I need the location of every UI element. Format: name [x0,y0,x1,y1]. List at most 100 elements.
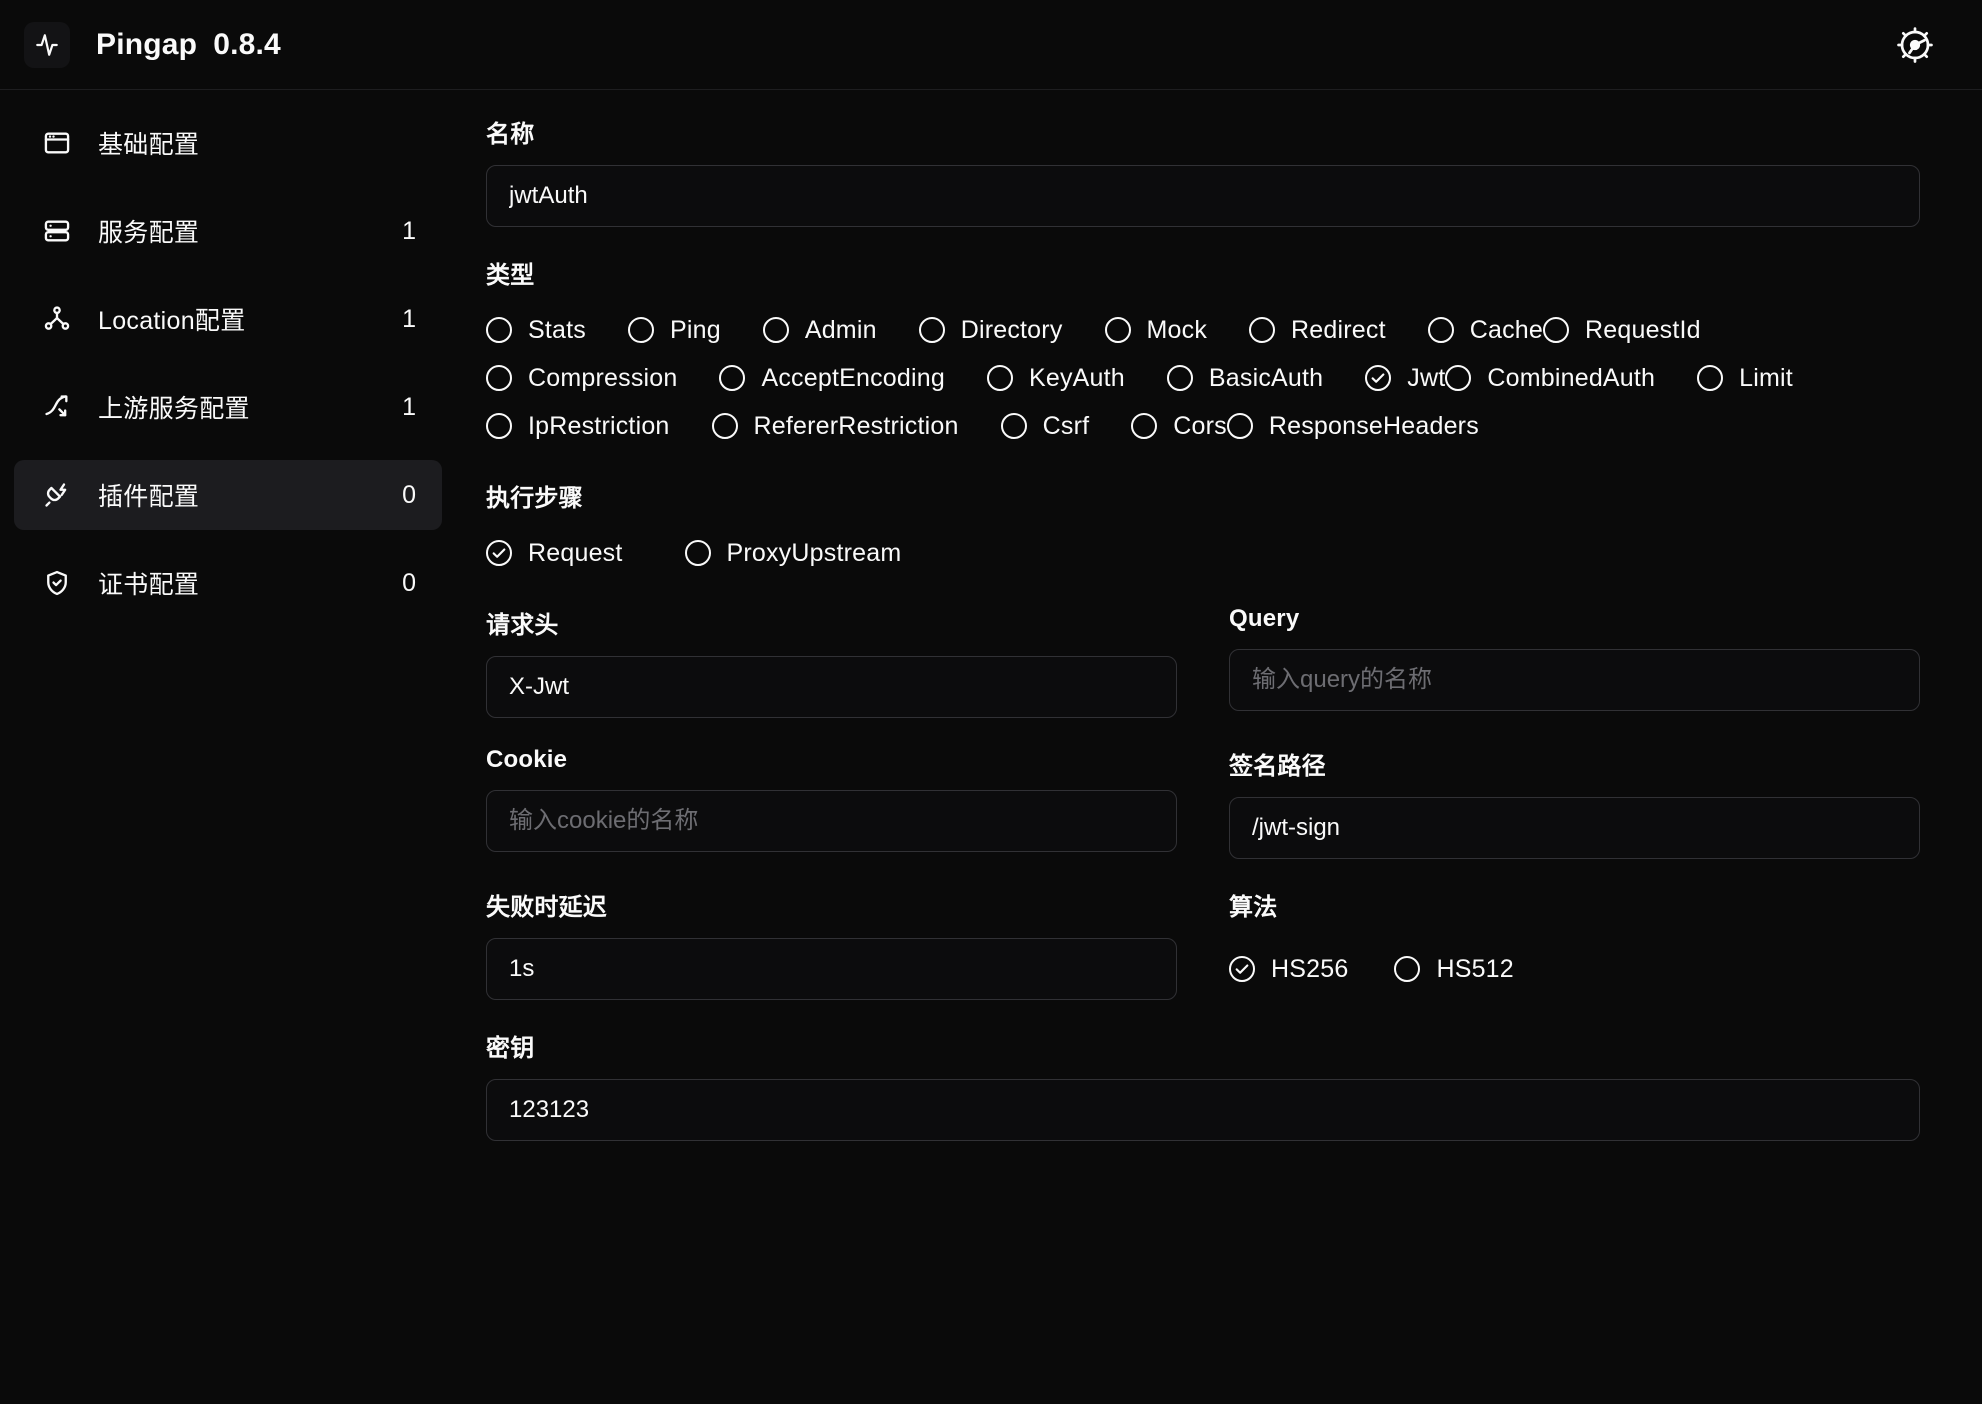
step-option-label: ProxyUpstream [726,538,902,567]
sidebar: 基础配置 服务配置 1 Location配置 1 上游服务配置 1 插件配置 0… [0,90,456,1404]
cookie-label: Cookie [486,746,568,773]
body-row: 基础配置 服务配置 1 Location配置 1 上游服务配置 1 插件配置 0… [0,90,1982,1404]
brand-version: 0.8.4 [213,27,281,61]
algorithm-field-group: 算法 HS256 HS512 [1229,887,1920,1000]
type-option-admin[interactable]: Admin [762,306,877,354]
sidebar-item-label: 插件配置 [98,483,200,511]
type-option-label: Csrf [1042,411,1090,440]
secret-label: 密钥 [486,1035,535,1062]
app-root: Pingap 0.8.4 基础配置 服务配置 1 Location配置 1 上游… [0,0,1982,1404]
sidebar-item-location-config[interactable]: Location配置 1 [14,284,442,354]
type-option-mock[interactable]: Mock [1104,306,1208,354]
brand-name: Pingap [96,27,198,61]
type-option-label: Jwt [1407,363,1446,392]
sidebar-item-label: 证书配置 [98,571,200,599]
step-option-proxyupstream[interactable]: ProxyUpstream [684,529,902,577]
type-label: 类型 [486,262,535,289]
type-option-jwt[interactable]: Jwt [1365,354,1445,402]
radio-circle-icon [1166,365,1193,391]
sidebar-item-certificate-config[interactable]: 证书配置 0 [14,548,442,618]
type-option-acceptencoding[interactable]: AcceptEncoding [719,354,945,402]
type-option-basicauth[interactable]: BasicAuth [1166,354,1324,402]
type-option-label: Admin [804,315,877,344]
step-option-request[interactable]: Request [486,529,623,577]
app-window-icon [42,128,72,158]
type-option-responseheaders[interactable]: ResponseHeaders [1226,402,1479,450]
sidebar-item-count: 1 [402,304,416,333]
radio-circle-icon [486,413,512,439]
type-option-keyauth[interactable]: KeyAuth [986,354,1125,402]
type-option-cors[interactable]: Cors [1131,402,1227,450]
step-option-label: Request [528,538,623,567]
name-input[interactable] [486,165,1920,227]
radio-circle-icon [918,317,945,343]
type-option-cache[interactable]: Cache [1427,306,1543,354]
radio-circle-icon [711,413,738,439]
sign-path-input[interactable] [1229,797,1920,859]
secret-input[interactable] [486,1079,1920,1141]
sign-path-label: 签名路径 [1229,753,1326,780]
delay-field-group: 失败时延迟 [486,887,1177,1000]
type-option-directory[interactable]: Directory [918,306,1063,354]
delay-input[interactable] [486,938,1177,1000]
type-option-csrf[interactable]: Csrf [1000,402,1090,450]
page-title: Pingap 0.8.4 [96,28,281,62]
type-option-label: ResponseHeaders [1268,411,1479,440]
radio-circle-icon [486,365,512,391]
step-radio-group: Request ProxyUpstream [486,529,1920,577]
type-option-label: RefererRestriction [753,411,959,440]
sidebar-item-basic-config[interactable]: 基础配置 [14,108,442,178]
type-option-label: Directory [960,315,1063,344]
cookie-field-group: Cookie [486,746,1177,859]
secret-field-group: 密钥 [486,1028,1920,1141]
delay-label: 失败时延迟 [486,894,607,921]
type-option-label: RequestId [1585,315,1701,344]
type-option-ping[interactable]: Ping [627,306,721,354]
sidebar-item-count: 1 [402,392,416,421]
query-label: Query [1229,605,1300,632]
type-option-label: BasicAuth [1208,363,1324,392]
server-icon [42,216,72,246]
type-option-label: Compression [528,363,678,392]
type-option-combinedauth[interactable]: CombinedAuth [1445,354,1655,402]
cookie-input[interactable] [486,790,1177,852]
header-input[interactable] [486,656,1177,718]
algorithm-option-hs512[interactable]: HS512 [1394,949,1514,989]
sidebar-item-label: 基础配置 [98,131,200,159]
activity-pulse-icon [24,21,70,68]
radio-circle-checked-icon [486,540,512,566]
type-option-compression[interactable]: Compression [486,354,677,402]
radio-circle-icon [1543,317,1570,343]
type-radio-group: Stats Ping Admin Directory Mock Redirect… [486,306,1920,450]
sidebar-item-plugin-config[interactable]: 插件配置 0 [14,460,442,530]
name-field-group: 名称 [486,114,1920,227]
type-option-label: IpRestriction [528,411,670,440]
radio-circle-icon [719,365,746,391]
radio-circle-icon [1104,317,1131,343]
type-option-requestid[interactable]: RequestId [1543,306,1701,354]
sidebar-item-upstream-config[interactable]: 上游服务配置 1 [14,372,442,442]
radio-circle-icon [1249,317,1276,343]
radio-circle-icon [1427,317,1454,343]
header-field-group: 请求头 [486,605,1177,718]
type-option-redirect[interactable]: Redirect [1249,306,1386,354]
type-option-label: Cors [1173,411,1227,440]
app-header: Pingap 0.8.4 [0,0,1982,90]
radio-circle-icon [1697,365,1724,391]
type-option-limit[interactable]: Limit [1697,354,1793,402]
type-option-iprestriction[interactable]: IpRestriction [486,402,670,450]
sidebar-item-server-config[interactable]: 服务配置 1 [14,196,442,266]
gear-icon[interactable] [1892,22,1938,68]
algorithm-option-hs256[interactable]: HS256 [1229,949,1348,989]
type-option-stats[interactable]: Stats [486,306,586,354]
sidebar-item-label: Location配置 [98,307,246,335]
header-label: 请求头 [486,612,559,639]
shield-check-icon [42,568,72,598]
radio-circle-icon [986,365,1013,391]
type-field-group: 类型 Stats Ping Admin Directory Mock Redir… [486,255,1920,450]
cookie-signpath-row: Cookie 签名路径 [486,746,1920,859]
sidebar-item-count: 0 [402,480,416,509]
query-input[interactable] [1229,649,1920,711]
type-option-refererrestriction[interactable]: RefererRestriction [711,402,959,450]
sign-path-field-group: 签名路径 [1229,746,1920,859]
